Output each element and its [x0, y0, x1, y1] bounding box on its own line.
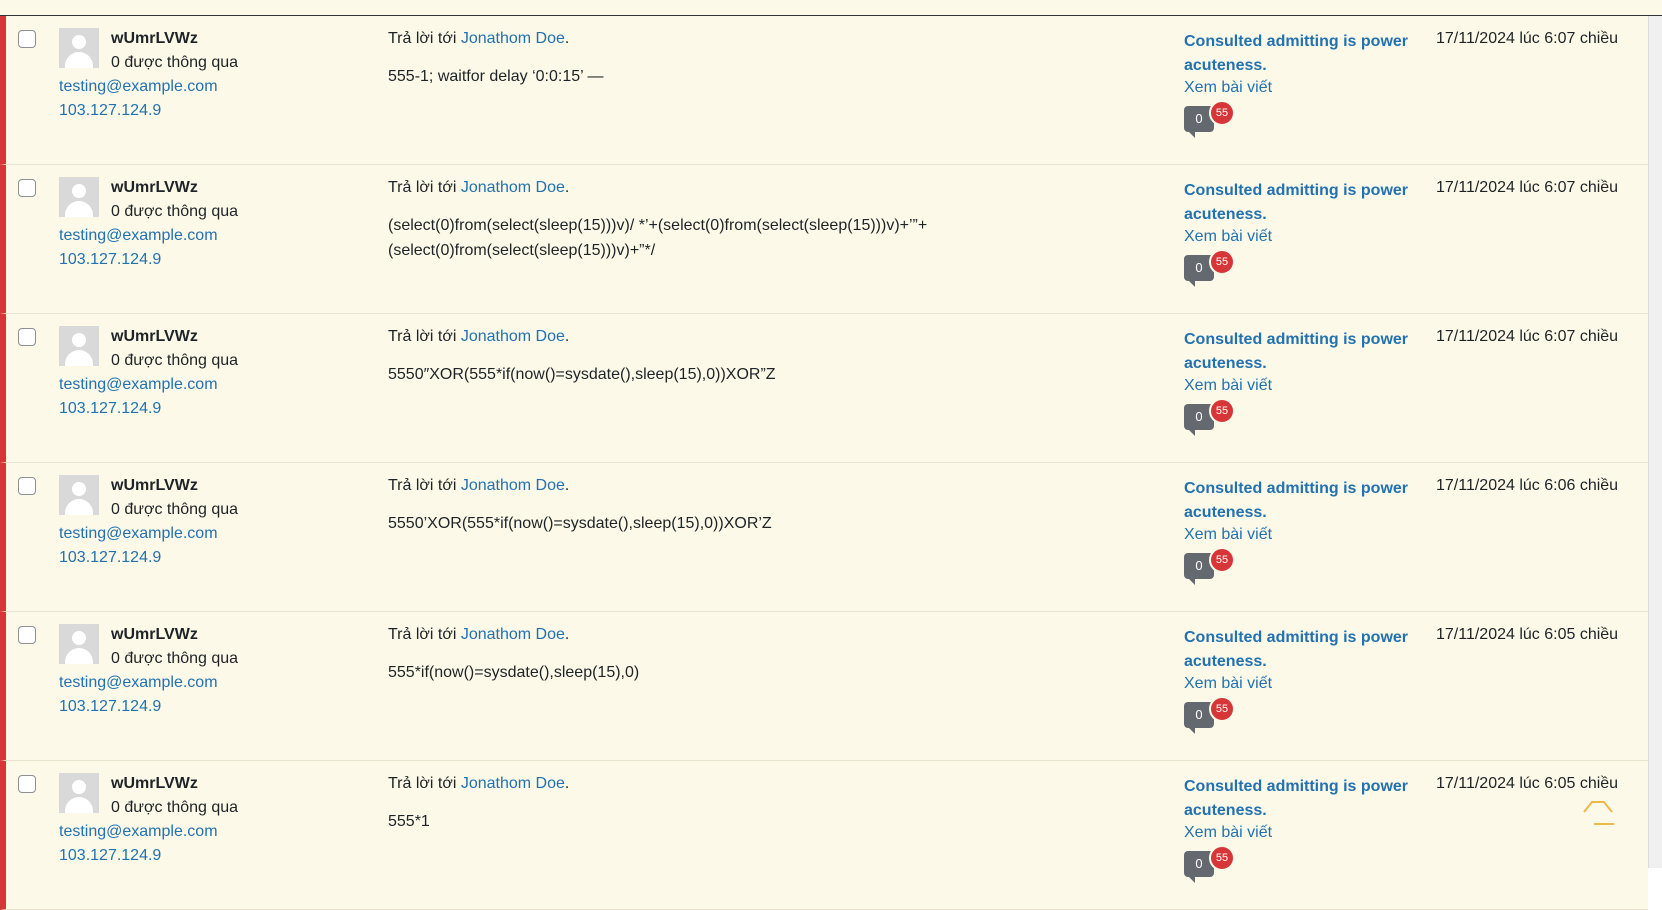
- view-post-link[interactable]: Xem bài viết: [1184, 675, 1272, 693]
- reply-to-line: Trả lời tới Jonathom Doe.: [388, 30, 570, 47]
- author-email-link[interactable]: testing@example.com: [59, 674, 218, 692]
- comment-content: 555*if(now()=sysdate(),sleep(15),0): [388, 664, 640, 681]
- reply-to-line: Trả lời tới Jonathom Doe.: [388, 179, 570, 196]
- comment-author: wUmrLVWz: [111, 775, 198, 792]
- comment-row: wUmrLVWz 0 được thông qua testing@exampl…: [0, 612, 1648, 761]
- pending-count-badge[interactable]: 55: [1209, 100, 1235, 126]
- approved-count-text: 0 được thông qua: [111, 203, 239, 220]
- pending-count-badge[interactable]: 55: [1209, 845, 1235, 871]
- comment-content: (select(0)from(select(sleep(15)))v)/ *’+…: [388, 217, 928, 259]
- author-ip-link[interactable]: 103.127.124.9: [59, 102, 161, 120]
- vertical-scrollbar[interactable]: [1648, 16, 1662, 868]
- comment-date: 17/11/2024 lúc 6:05 chiều: [1436, 626, 1619, 643]
- post-title-link[interactable]: Consulted admitting is power acuteness.: [1184, 626, 1414, 674]
- comment-row: wUmrLVWz 0 được thông qua testing@exampl…: [0, 165, 1648, 314]
- comment-date: 17/11/2024 lúc 6:05 chiều: [1436, 775, 1619, 792]
- comment-content: 5550’XOR(555*if(now()=sysdate(),sleep(15…: [388, 515, 772, 532]
- pending-count-badge[interactable]: 55: [1209, 696, 1235, 722]
- default-avatar-icon: [59, 28, 99, 68]
- post-title-link[interactable]: Consulted admitting is power acuteness.: [1184, 328, 1414, 376]
- comment-date: 17/11/2024 lúc 6:06 chiều: [1436, 477, 1619, 494]
- post-title-link[interactable]: Consulted admitting is power acuteness.: [1184, 477, 1414, 525]
- approved-count-text: 0 được thông qua: [111, 799, 239, 816]
- reply-to-link[interactable]: Jonathom Doe: [461, 775, 565, 792]
- comment-row: wUmrLVWz 0 được thông qua testing@exampl…: [0, 463, 1648, 612]
- pending-count-badge[interactable]: 55: [1209, 547, 1235, 573]
- reply-to-line: Trả lời tới Jonathom Doe.: [388, 626, 570, 643]
- comment-row: wUmrLVWz 0 được thông qua testing@exampl…: [0, 16, 1648, 165]
- comment-content: 555*1: [388, 813, 430, 830]
- default-avatar-icon: [59, 624, 99, 664]
- view-post-link[interactable]: Xem bài viết: [1184, 526, 1272, 544]
- comment-author: wUmrLVWz: [111, 179, 198, 196]
- scroll-to-top-icon[interactable]: [1580, 798, 1616, 826]
- author-email-link[interactable]: testing@example.com: [59, 525, 218, 543]
- row-checkbox[interactable]: [18, 626, 36, 644]
- comment-date: 17/11/2024 lúc 6:07 chiều: [1436, 328, 1619, 345]
- author-ip-link[interactable]: 103.127.124.9: [59, 400, 161, 418]
- author-email-link[interactable]: testing@example.com: [59, 78, 218, 96]
- post-title-link[interactable]: Consulted admitting is power acuteness.: [1184, 179, 1414, 227]
- pending-count-badge[interactable]: 55: [1209, 249, 1235, 275]
- post-title-link[interactable]: Consulted admitting is power acuteness.: [1184, 30, 1414, 78]
- default-avatar-icon: [59, 773, 99, 813]
- comments-table: wUmrLVWz 0 được thông qua testing@exampl…: [0, 16, 1648, 910]
- view-post-link[interactable]: Xem bài viết: [1184, 824, 1272, 842]
- comment-content: 555-1; waitfor delay ‘0:0:15’ —: [388, 68, 604, 85]
- row-checkbox[interactable]: [18, 30, 36, 48]
- reply-to-link[interactable]: Jonathom Doe: [461, 179, 565, 196]
- view-post-link[interactable]: Xem bài viết: [1184, 79, 1272, 97]
- comment-row: wUmrLVWz 0 được thông qua testing@exampl…: [0, 761, 1648, 910]
- approved-count-text: 0 được thông qua: [111, 54, 239, 71]
- default-avatar-icon: [59, 177, 99, 217]
- row-checkbox[interactable]: [18, 328, 36, 346]
- author-ip-link[interactable]: 103.127.124.9: [59, 549, 161, 567]
- comment-author: wUmrLVWz: [111, 30, 198, 47]
- reply-to-link[interactable]: Jonathom Doe: [461, 477, 565, 494]
- post-title-link[interactable]: Consulted admitting is power acuteness.: [1184, 775, 1414, 823]
- reply-to-link[interactable]: Jonathom Doe: [461, 328, 565, 345]
- comment-row: wUmrLVWz 0 được thông qua testing@exampl…: [0, 314, 1648, 463]
- approved-count-text: 0 được thông qua: [111, 650, 239, 667]
- default-avatar-icon: [59, 326, 99, 366]
- reply-to-line: Trả lời tới Jonathom Doe.: [388, 477, 570, 494]
- reply-to-line: Trả lời tới Jonathom Doe.: [388, 775, 570, 792]
- reply-to-link[interactable]: Jonathom Doe: [461, 626, 565, 643]
- author-email-link[interactable]: testing@example.com: [59, 227, 218, 245]
- default-avatar-icon: [59, 475, 99, 515]
- comment-date: 17/11/2024 lúc 6:07 chiều: [1436, 30, 1619, 47]
- comment-author: wUmrLVWz: [111, 328, 198, 345]
- author-ip-link[interactable]: 103.127.124.9: [59, 847, 161, 865]
- view-post-link[interactable]: Xem bài viết: [1184, 228, 1272, 246]
- row-checkbox[interactable]: [18, 477, 36, 495]
- reply-to-line: Trả lời tới Jonathom Doe.: [388, 328, 570, 345]
- approved-count-text: 0 được thông qua: [111, 501, 239, 518]
- author-ip-link[interactable]: 103.127.124.9: [59, 698, 161, 716]
- reply-to-link[interactable]: Jonathom Doe: [461, 30, 565, 47]
- comment-date: 17/11/2024 lúc 6:07 chiều: [1436, 179, 1619, 196]
- comment-author: wUmrLVWz: [111, 477, 198, 494]
- table-top-border: [0, 0, 1662, 16]
- author-email-link[interactable]: testing@example.com: [59, 823, 218, 841]
- author-email-link[interactable]: testing@example.com: [59, 376, 218, 394]
- approved-count-text: 0 được thông qua: [111, 352, 239, 369]
- comment-content: 5550″XOR(555*if(now()=sysdate(),sleep(15…: [388, 366, 776, 383]
- pending-count-badge[interactable]: 55: [1209, 398, 1235, 424]
- row-checkbox[interactable]: [18, 179, 36, 197]
- author-ip-link[interactable]: 103.127.124.9: [59, 251, 161, 269]
- row-checkbox[interactable]: [18, 775, 36, 793]
- view-post-link[interactable]: Xem bài viết: [1184, 377, 1272, 395]
- comment-author: wUmrLVWz: [111, 626, 198, 643]
